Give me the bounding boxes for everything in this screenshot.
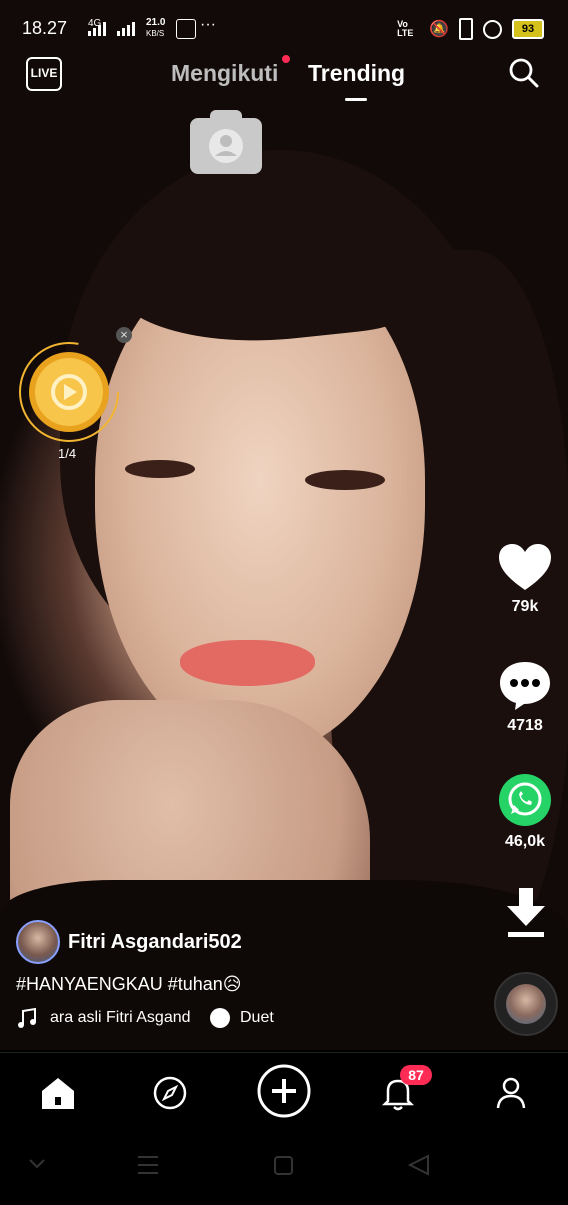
music-note-icon	[18, 1007, 36, 1028]
search-button[interactable]	[508, 57, 539, 88]
home-icon	[42, 1078, 74, 1109]
tab-following[interactable]: Mengikuti	[171, 60, 278, 87]
heart-icon	[499, 544, 551, 590]
plus-icon	[257, 1064, 311, 1118]
live-label: LIVE	[30, 66, 58, 80]
top-navigation: LIVE Mengikuti Trending	[0, 55, 568, 105]
coin-close-button[interactable]: ×	[116, 327, 132, 343]
comment-count: 4718	[507, 717, 543, 734]
nav-home[interactable]	[36, 1071, 80, 1115]
share-count: 46,0k	[504, 833, 546, 850]
coin-reward-widget[interactable]	[17, 340, 121, 444]
status-time: 18.27	[22, 18, 68, 38]
duet-label[interactable]: Duet	[240, 1009, 274, 1027]
sound-row[interactable]: ara asli Fitri Asgand Duet	[16, 1007, 486, 1029]
coin-progress: 1/4	[58, 446, 77, 461]
alarm-icon	[483, 19, 502, 39]
eye-left	[125, 460, 195, 478]
home-system-icon	[274, 1156, 293, 1175]
nav-create-button[interactable]	[256, 1063, 312, 1119]
like-action[interactable]: 79k	[490, 543, 560, 616]
notification-badge: 87	[400, 1065, 432, 1085]
download-icon	[507, 888, 545, 937]
eye-right	[305, 470, 385, 490]
whatsapp-icon	[499, 774, 551, 826]
recent-apps-icon	[138, 1156, 158, 1174]
network-speed-unit: KB/S	[146, 29, 165, 38]
coin-icon	[19, 342, 119, 442]
app-notification-icon	[176, 19, 196, 39]
battery-icon: 93	[512, 19, 544, 39]
sound-name: ara asli Fitri Asgand	[50, 1009, 191, 1026]
creator-row[interactable]: Fitri Asgandari502	[16, 920, 486, 964]
vibrate-icon	[459, 18, 473, 40]
status-bar: 18.27 4G 21.0 KB/S ··· Vo LTE 🔕 93	[0, 0, 568, 58]
like-count: 79k	[511, 598, 539, 615]
compass-icon	[153, 1076, 187, 1110]
following-dot	[282, 55, 290, 63]
nav-notifications[interactable]: 87	[376, 1065, 432, 1115]
music-disc[interactable]	[494, 972, 558, 1036]
more-notifications-icon: ···	[200, 16, 216, 33]
profile-placeholder-tab	[210, 110, 242, 124]
tab-trending[interactable]: Trending	[308, 60, 405, 87]
profile-placeholder[interactable]	[190, 118, 262, 174]
lips	[180, 640, 315, 686]
creator-username[interactable]: Fitri Asgandari502	[68, 931, 242, 954]
status-right: Vo LTE 🔕 93	[397, 18, 544, 40]
live-button[interactable]: LIVE	[26, 57, 62, 91]
share-whatsapp-action[interactable]: 46,0k	[490, 772, 560, 851]
back-system-icon	[407, 1154, 429, 1176]
post-info: Fitri Asgandari502 #HANYAENGKAU #tuhan😥 …	[16, 920, 486, 1029]
signal-icon-2	[117, 20, 135, 36]
nav-discover[interactable]	[148, 1071, 192, 1115]
active-tab-indicator	[345, 98, 367, 101]
chevron-down-icon	[29, 1159, 45, 1169]
network-speed: 21.0	[146, 17, 166, 28]
bottom-navigation: 87	[0, 1052, 568, 1133]
music-disc-avatar	[506, 984, 546, 1024]
mute-icon: 🔕	[429, 21, 449, 38]
volte-icon: Vo LTE	[397, 19, 414, 38]
nav-profile[interactable]	[489, 1071, 533, 1115]
video-player[interactable]	[0, 0, 568, 1050]
search-icon	[509, 58, 539, 88]
comment-icon	[500, 662, 550, 710]
profile-icon	[496, 1077, 526, 1109]
person-icon	[209, 129, 243, 163]
duet-icon	[210, 1008, 230, 1028]
signal-icon	[88, 20, 106, 36]
creator-avatar[interactable]	[16, 920, 60, 964]
download-button[interactable]	[505, 886, 547, 940]
post-caption[interactable]: #HANYAENGKAU #tuhan😥	[16, 974, 486, 995]
system-navigation-bar	[0, 1132, 568, 1200]
comment-action[interactable]: 4718	[490, 660, 560, 735]
